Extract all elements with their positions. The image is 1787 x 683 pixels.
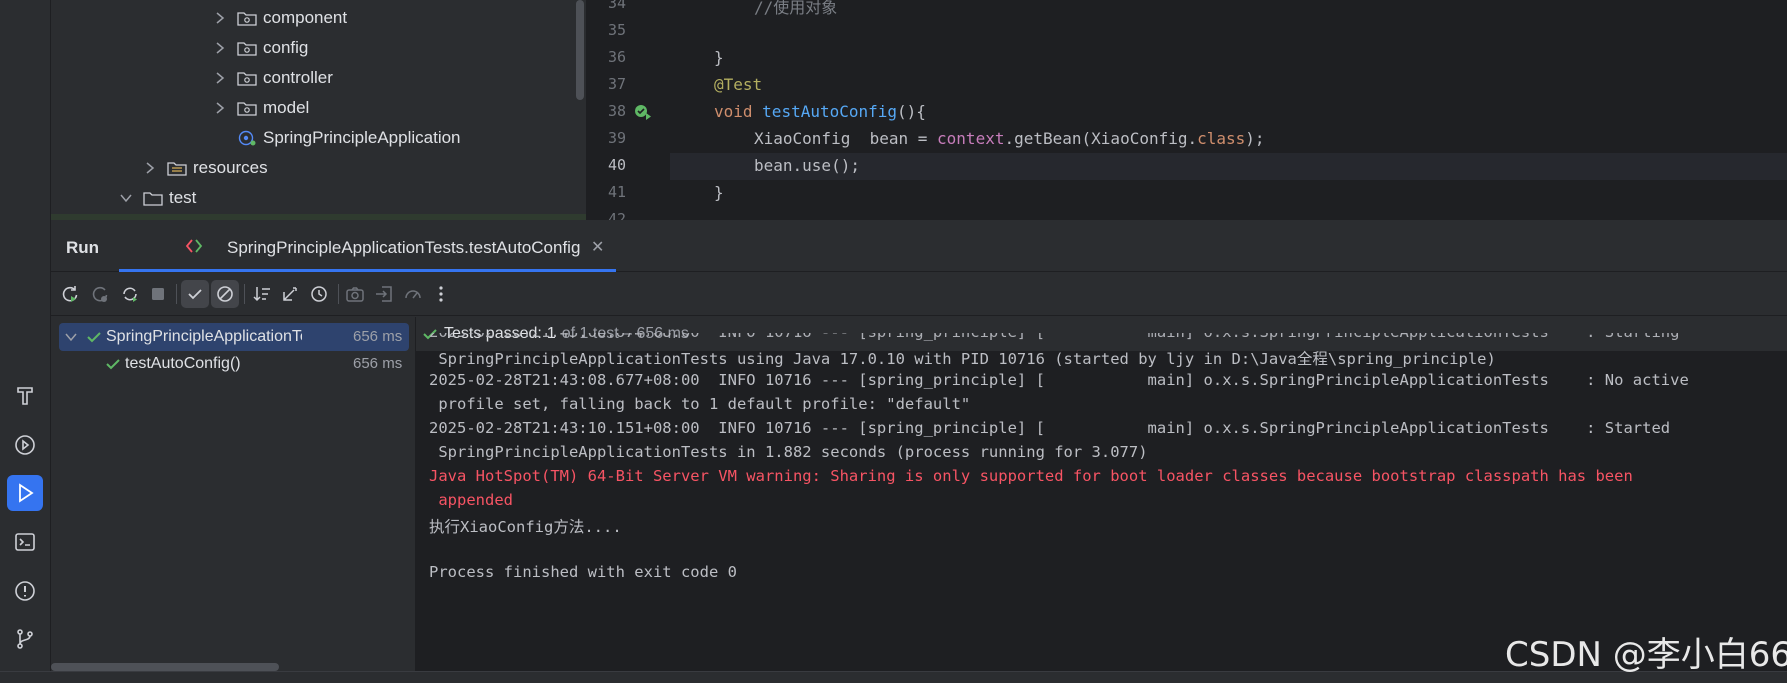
- rerun-auto-icon[interactable]: [116, 280, 144, 308]
- show-ignored-icon[interactable]: [211, 280, 239, 308]
- passed-check-icon: [106, 359, 120, 370]
- history-icon[interactable]: [305, 280, 333, 308]
- test-config-icon: [185, 239, 203, 253]
- collapse-icon[interactable]: [276, 280, 304, 308]
- code-getbean-line: XiaoConfig bean = context.getBean(XiaoCo…: [754, 129, 1265, 148]
- line-number: 35: [607, 21, 626, 39]
- tree-item-test[interactable]: test: [119, 183, 196, 213]
- import-icon[interactable]: [370, 280, 398, 308]
- problems-icon[interactable]: [7, 573, 43, 609]
- folder-icon: [143, 192, 163, 206]
- tree-item-label: controller: [263, 68, 333, 87]
- package-icon: [237, 72, 257, 86]
- close-icon[interactable]: ✕: [591, 237, 604, 257]
- show-passed-icon[interactable]: [181, 280, 209, 308]
- tree-scrollbar[interactable]: [576, 0, 584, 100]
- tree-item-spring-application[interactable]: SpringPrincipleApplication: [237, 123, 461, 153]
- horizontal-scrollbar[interactable]: [51, 663, 279, 671]
- chevron-down-icon[interactable]: [119, 191, 133, 205]
- console-line: SpringPrincipleApplicationTests using Ja…: [429, 350, 1496, 368]
- test-suite-row[interactable]: SpringPrincipleApplicationTe 656 ms: [59, 323, 409, 351]
- watermark: CSDN @李小白66: [1505, 635, 1787, 675]
- chevron-right-icon[interactable]: [213, 11, 227, 25]
- console-line: 2025-02-28T21:43:10.151+08:00 INFO 10716…: [429, 419, 1671, 437]
- line-number: 40: [607, 156, 626, 174]
- stop-icon[interactable]: [144, 280, 172, 308]
- services-icon[interactable]: [7, 427, 43, 463]
- passed-check-icon: [87, 332, 101, 343]
- test-case-row[interactable]: testAutoConfig() 656 ms: [59, 350, 409, 378]
- tree-item-label: component: [263, 8, 348, 27]
- rerun-failed-icon[interactable]: [86, 280, 114, 308]
- chevron-right-icon[interactable]: [213, 71, 227, 85]
- line-number: 38: [607, 102, 626, 120]
- tree-item-model[interactable]: model: [213, 93, 309, 123]
- test-suite-label: SpringPrincipleApplicationTe: [106, 328, 302, 345]
- resources-folder-icon: [167, 162, 187, 176]
- line-number: 42: [607, 210, 626, 220]
- line-number: 41: [607, 183, 626, 201]
- run-tool-window: Run SpringPrincipleApplicationTests.test…: [51, 220, 1787, 683]
- line-number: 39: [607, 129, 626, 147]
- tree-item-controller[interactable]: controller: [213, 63, 333, 93]
- chevron-down-icon[interactable]: [64, 330, 78, 344]
- package-icon: [237, 12, 257, 26]
- tree-item-component[interactable]: component: [213, 3, 347, 33]
- console-exit-line: Process finished with exit code 0: [429, 563, 737, 581]
- run-tab-label: SpringPrincipleApplicationTests.testAuto…: [227, 238, 581, 257]
- run-tab-bar: Run SpringPrincipleApplicationTests.test…: [51, 220, 1787, 272]
- coverage-icon[interactable]: [399, 280, 427, 308]
- run-config-tab[interactable]: SpringPrincipleApplicationTests.testAuto…: [119, 220, 616, 272]
- console-error-line: Java HotSpot(TM) 64-Bit Server VM warnin…: [429, 467, 1633, 485]
- code-editor[interactable]: 34 //使用对象 35 36 } 37 @Test 38 void testA…: [586, 0, 1787, 220]
- code-comment: //使用对象: [754, 0, 838, 17]
- console-line: 2025-02-28T21:43:08.677+08:00 INFO 10716…: [429, 371, 1689, 389]
- project-tree: component config controller model Spring…: [51, 0, 586, 220]
- tree-item-config[interactable]: config: [213, 33, 308, 63]
- run-icon[interactable]: [7, 475, 43, 511]
- test-duration: 656 ms: [353, 328, 403, 345]
- build-icon[interactable]: [7, 378, 43, 414]
- tree-item-label: config: [263, 38, 309, 57]
- line-number: 37: [607, 75, 626, 93]
- git-icon[interactable]: [7, 621, 43, 657]
- chevron-right-icon[interactable]: [213, 101, 227, 115]
- test-case-label: testAutoConfig(): [125, 355, 241, 372]
- console-line: profile set, falling back to 1 default p…: [429, 395, 971, 413]
- code-line: bean.use();: [754, 156, 860, 175]
- spring-class-icon: [238, 130, 256, 146]
- toolbar-separator: [176, 284, 177, 304]
- code-line: }: [714, 48, 724, 67]
- line-number: 34: [607, 0, 626, 12]
- more-icon[interactable]: [427, 280, 455, 308]
- run-toolbar: [51, 272, 1787, 316]
- toolbar-separator: [338, 284, 339, 304]
- rerun-icon[interactable]: [56, 280, 84, 308]
- sort-icon[interactable]: [248, 280, 276, 308]
- toolbar-separator: [244, 284, 245, 304]
- code-line: }: [714, 183, 724, 202]
- tree-item-label: SpringPrincipleApplication: [263, 128, 461, 147]
- chevron-right-icon[interactable]: [143, 161, 157, 175]
- console-line: SpringPrincipleApplicationTests in 1.882…: [429, 443, 1148, 461]
- code-annotation: @Test: [714, 75, 763, 94]
- console-error-line: appended: [429, 491, 513, 509]
- screenshot-icon[interactable]: [341, 280, 369, 308]
- line-number: 36: [607, 48, 626, 66]
- tree-item-label: resources: [193, 158, 268, 177]
- test-duration: 656 ms: [353, 355, 403, 372]
- console-line: 执行XiaoConfig方法....: [429, 518, 622, 536]
- package-icon: [237, 42, 257, 56]
- terminal-icon[interactable]: [7, 524, 43, 560]
- package-icon: [237, 102, 257, 116]
- tree-item-label: test: [169, 188, 197, 207]
- tool-window-stripe: [0, 0, 51, 683]
- chevron-right-icon[interactable]: [213, 41, 227, 55]
- run-test-gutter-icon[interactable]: [634, 103, 652, 121]
- tree-item-label: model: [263, 98, 310, 117]
- code-method-declaration: void testAutoConfig(){: [714, 102, 926, 121]
- test-results-tree: SpringPrincipleApplicationTe 656 ms test…: [51, 317, 416, 683]
- tree-item-resources[interactable]: resources: [143, 153, 268, 183]
- run-window-title: Run: [66, 238, 100, 257]
